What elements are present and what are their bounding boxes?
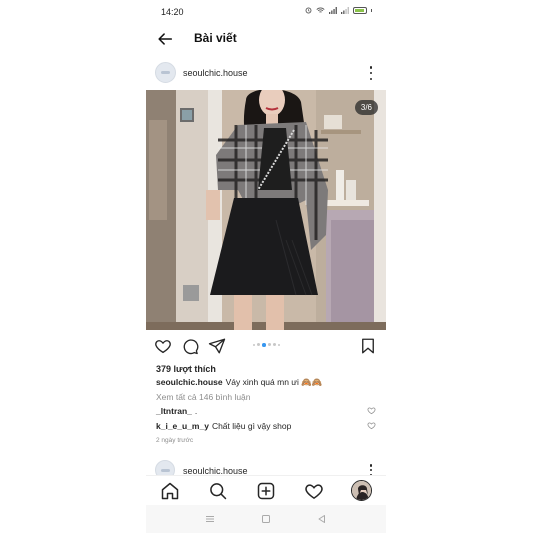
page-title: Bài viết	[194, 31, 237, 45]
battery-icon	[353, 7, 367, 14]
like-count[interactable]: 379 lượt thích	[156, 364, 216, 374]
system-nav-bar	[146, 505, 386, 533]
comment-text: .	[194, 406, 198, 416]
carousel-dot	[267, 343, 271, 347]
back-triangle-icon[interactable]	[316, 513, 328, 525]
post-photo[interactable]: 3/6	[146, 90, 386, 330]
caption-username[interactable]: seoulchic.house	[156, 377, 223, 387]
comment-like-icon[interactable]	[367, 421, 376, 430]
carousel-dot-active	[262, 343, 266, 347]
caption: seoulchic.house Váy xinh quá mn ưi 🙈🙈	[156, 377, 322, 388]
arrow-left-icon[interactable]	[156, 30, 174, 48]
post-timestamp: 2 ngày trước	[156, 437, 194, 444]
signal-icon	[329, 7, 337, 14]
wifi-icon	[316, 7, 325, 13]
menu-icon[interactable]	[204, 513, 216, 525]
carousel-dot	[277, 343, 280, 346]
post-username[interactable]: seoulchic.house	[183, 68, 248, 78]
comment-item: _ltntran_.	[156, 406, 197, 416]
bottom-nav	[146, 475, 386, 505]
home-icon[interactable]	[160, 481, 180, 501]
search-icon[interactable]	[208, 481, 228, 501]
view-all-comments-link[interactable]: Xem tất cả 146 bình luận	[156, 392, 251, 402]
carousel-dot	[272, 343, 276, 347]
comment-username[interactable]: _ltntran_	[156, 406, 192, 416]
status-time: 14:20	[161, 7, 184, 17]
carousel-indicator	[253, 343, 280, 347]
profile-photo	[352, 481, 371, 500]
post-header: seoulchic.house	[146, 60, 386, 86]
heart-icon[interactable]	[154, 337, 172, 355]
alarm-icon	[305, 7, 312, 14]
send-icon[interactable]	[208, 337, 226, 355]
comment-like-icon[interactable]	[367, 406, 376, 415]
caption-text: Váy xinh quá mn ưi 🙈🙈	[225, 377, 323, 387]
app-header: Bài viết	[146, 24, 386, 54]
comment-icon[interactable]	[181, 337, 199, 355]
slide-counter: 3/6	[354, 100, 378, 115]
avatar[interactable]	[155, 62, 176, 83]
battery-tip	[371, 9, 372, 12]
more-vertical-icon[interactable]	[368, 66, 374, 80]
signal-2-icon	[341, 7, 349, 14]
profile-avatar[interactable]	[351, 480, 372, 501]
status-bar: 14:20	[146, 0, 386, 24]
photo-image	[146, 90, 386, 330]
carousel-dot	[257, 343, 260, 347]
home-square-icon[interactable]	[260, 513, 272, 525]
heart-icon[interactable]	[304, 481, 324, 501]
bookmark-icon[interactable]	[359, 337, 377, 355]
comment-text: Chất liệu gì vậy shop	[211, 421, 292, 431]
carousel-dot	[253, 343, 255, 346]
post-actions	[146, 335, 386, 357]
comment-username[interactable]: k_i_e_u_m_y	[156, 421, 209, 431]
status-icons	[305, 7, 372, 14]
phone-screen: 14:20 Bài viết seoulchic.house 3/6 379 l…	[146, 0, 386, 533]
comment-item: k_i_e_u_m_y Chất liệu gì vậy shop	[156, 421, 291, 431]
add-post-icon[interactable]	[256, 481, 276, 501]
